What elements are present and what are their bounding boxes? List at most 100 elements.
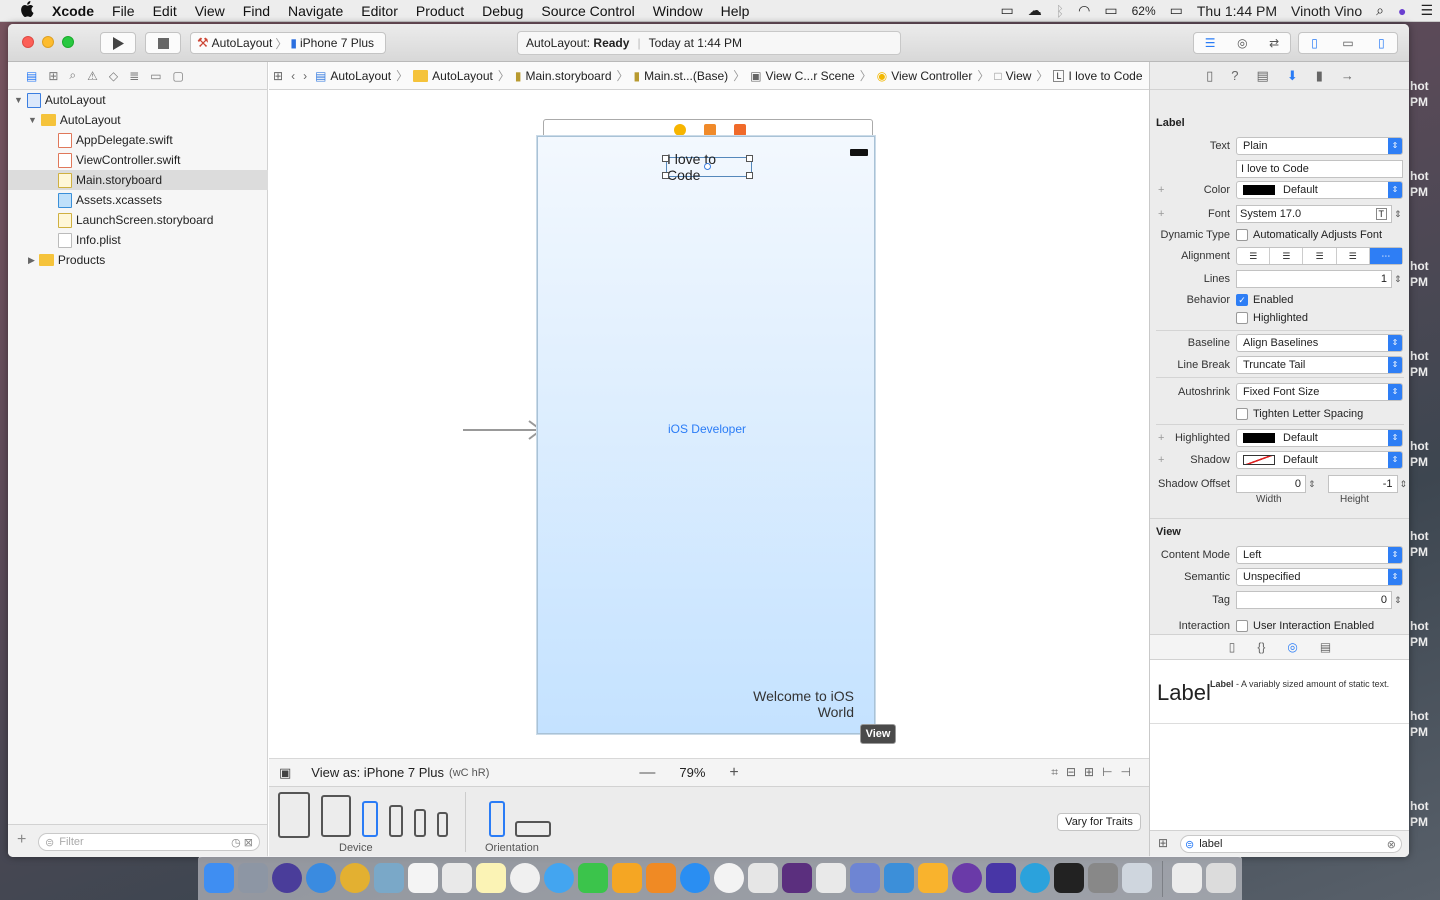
ipad-device-icon[interactable] <box>321 795 351 837</box>
navigator-filter-input[interactable]: ⊜ Filter ◷ ⊠ <box>38 833 260 851</box>
shadow-popup[interactable]: Default ⇕ <box>1236 451 1403 469</box>
notes-icon[interactable] <box>476 863 506 893</box>
zoom-in-icon[interactable]: + <box>729 764 738 782</box>
vary-for-traits-button[interactable]: Vary for Traits <box>1057 813 1141 831</box>
resize-handle[interactable] <box>662 155 669 162</box>
tree-item-file-selected[interactable]: Main.storyboard <box>8 170 268 190</box>
app-store-icon[interactable] <box>680 863 710 893</box>
toggle-utilities-icon[interactable]: ▯ <box>1378 36 1385 50</box>
add-variation-icon[interactable]: + <box>1158 454 1164 466</box>
menu-editor[interactable]: Editor <box>352 3 407 19</box>
font-field[interactable]: System 17.0 T <box>1236 205 1392 223</box>
downloads-stack-icon[interactable] <box>1172 863 1202 893</box>
label-welcome[interactable]: Welcome to iOS World <box>714 688 854 720</box>
assistant-editor-icon[interactable]: ◎ <box>1237 36 1247 50</box>
layout-tools-icons[interactable]: ⌗⊟⊞⊢⊣ <box>1051 765 1139 780</box>
menu-help[interactable]: Help <box>712 3 759 19</box>
breadcrumb-view[interactable]: □ View <box>990 69 1035 83</box>
tree-item-project[interactable]: ▼ AutoLayout <box>8 90 268 110</box>
version-editor-icon[interactable]: ⇄ <box>1269 36 1279 50</box>
breadcrumb-label-item[interactable]: LI love to Code <box>1049 69 1146 83</box>
tree-item-group[interactable]: ▼ AutoLayout <box>8 110 268 130</box>
tree-item-file[interactable]: AppDelegate.swift <box>8 130 268 150</box>
panel-toggles-segmented[interactable]: ▯ ▭ ▯ <box>1298 32 1398 54</box>
battery-icon[interactable]: ▭ <box>1163 2 1190 19</box>
alignment-segmented[interactable]: ☰ ☰ ☰ ☰ ⋯ <box>1236 247 1403 265</box>
system-preferences-icon[interactable] <box>1088 863 1118 893</box>
bluetooth-icon[interactable]: ᛒ <box>1049 3 1071 19</box>
apple-menu-icon[interactable] <box>0 1 43 20</box>
breadcrumb-project[interactable]: ▤ AutoLayout <box>311 69 395 83</box>
photos-icon[interactable] <box>510 863 540 893</box>
back-icon[interactable]: ‹ <box>287 69 299 83</box>
storyboard-canvas[interactable]: I love to Code iOS Developer Welcome to … <box>269 90 1149 758</box>
recent-files-icon[interactable]: ◷ ⊠ <box>231 836 253 849</box>
preview-icon[interactable] <box>374 863 404 893</box>
iphone-se-device-icon[interactable] <box>414 809 426 837</box>
menubar-clock[interactable]: Thu 1:44 PM <box>1190 3 1284 19</box>
add-variation-icon[interactable]: + <box>1158 208 1164 220</box>
color-popup[interactable]: Default ⇕ <box>1236 181 1403 199</box>
standard-editor-icon[interactable]: ☰ <box>1205 36 1216 50</box>
project-navigator-icon[interactable]: ▤ <box>26 69 37 83</box>
constraint-handle[interactable] <box>704 163 711 170</box>
report-navigator-icon[interactable]: ▢ <box>173 69 184 83</box>
pycharm-icon[interactable] <box>952 863 982 893</box>
breadcrumb-scene[interactable]: ▣ View C...r Scene <box>746 69 859 83</box>
tighten-checkbox[interactable] <box>1236 408 1248 420</box>
menu-product[interactable]: Product <box>407 3 473 19</box>
stepper-icon[interactable]: ⇕ <box>1400 479 1408 490</box>
connections-inspector-icon[interactable]: → <box>1341 68 1354 83</box>
test-navigator-icon[interactable]: ◇ <box>109 69 118 83</box>
resize-handle[interactable] <box>746 172 753 179</box>
menubar-user[interactable]: Vinoth Vino <box>1284 3 1369 19</box>
lines-field[interactable]: 1 <box>1236 270 1392 288</box>
menu-debug[interactable]: Debug <box>473 3 532 19</box>
autoshrink-popup[interactable]: Fixed Font Size ⇕ <box>1236 383 1403 401</box>
portrait-orientation-icon[interactable] <box>489 801 505 837</box>
screenshot-folder-icon[interactable] <box>1122 863 1152 893</box>
tree-item-file[interactable]: LaunchScreen.storyboard <box>8 210 268 230</box>
debug-navigator-icon[interactable]: ≣ <box>129 69 139 83</box>
source-control-navigator-icon[interactable]: ⊞ <box>48 69 58 83</box>
toggle-debug-area-icon[interactable]: ▭ <box>1342 36 1353 50</box>
media-library-icon[interactable]: ▤ <box>1320 640 1331 654</box>
tree-item-file[interactable]: Info.plist <box>8 230 268 250</box>
view-controller-scene[interactable]: I love to Code iOS Developer Welcome to … <box>537 136 875 734</box>
minimize-window-button[interactable] <box>42 36 54 48</box>
wifi-icon[interactable]: ◠ <box>1071 2 1097 19</box>
align-left-icon[interactable]: ☰ <box>1237 248 1271 264</box>
related-items-icon[interactable]: ⊞ <box>269 69 287 83</box>
run-button[interactable] <box>100 32 136 54</box>
tree-item-group[interactable]: ▶ Products <box>8 250 268 270</box>
stop-button[interactable] <box>145 32 181 54</box>
menu-app-name[interactable]: Xcode <box>43 3 103 19</box>
shadow-offset-height-field[interactable]: -1 <box>1327 475 1398 493</box>
document-outline-toggle-icon[interactable]: ▣ <box>279 765 291 781</box>
tree-item-file[interactable]: ViewController.swift <box>8 150 268 170</box>
font-picker-icon[interactable]: T <box>1375 208 1387 220</box>
menu-file[interactable]: File <box>103 3 144 19</box>
clear-search-icon[interactable]: ⊗ <box>1387 838 1396 851</box>
find-navigator-icon[interactable]: ⌕ <box>69 68 76 83</box>
menu-source-control[interactable]: Source Control <box>532 3 643 19</box>
siri-icon[interactable] <box>272 863 302 893</box>
xcode-dock-icon[interactable] <box>884 863 914 893</box>
scheme-selector[interactable]: ⚒ AutoLayout 〉 ▮ iPhone 7 Plus <box>190 32 386 54</box>
text-type-popup[interactable]: Plain ⇕ <box>1236 137 1403 155</box>
landscape-orientation-icon[interactable] <box>515 821 551 837</box>
contacts-icon[interactable] <box>442 863 472 893</box>
screen-mirror-icon[interactable]: ▭ <box>994 2 1021 19</box>
safari-icon[interactable] <box>306 863 336 893</box>
textedit-icon[interactable] <box>748 863 778 893</box>
messages-icon[interactable] <box>544 863 574 893</box>
quick-help-icon[interactable]: ? <box>1231 68 1238 83</box>
align-center-icon[interactable]: ☰ <box>1270 248 1304 264</box>
add-variation-icon[interactable]: + <box>1158 184 1164 196</box>
identity-inspector-icon[interactable]: ▤ <box>1257 68 1269 84</box>
battery-percent[interactable]: 62% <box>1125 4 1163 18</box>
sketch-icon[interactable] <box>918 863 948 893</box>
stepper-icon[interactable]: ⇕ <box>1394 209 1402 220</box>
ipad-pro-device-icon[interactable] <box>278 792 310 838</box>
menu-view[interactable]: View <box>186 3 234 19</box>
